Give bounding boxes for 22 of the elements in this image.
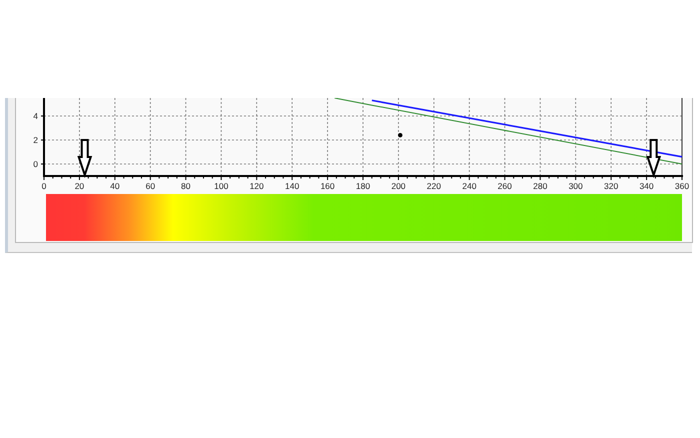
axis-tick-label: 320 <box>604 181 618 191</box>
axis-tick-label: 0 <box>33 159 38 169</box>
axis-tick-label: 100 <box>214 181 228 191</box>
axis-tick-label: 340 <box>639 181 654 191</box>
axis-tick-label: 120 <box>250 181 264 191</box>
axis-tick-label: 160 <box>320 181 335 191</box>
axis-tick-label: 0 <box>42 181 46 191</box>
axis-tick-label: 4 <box>33 111 38 121</box>
axis-tick-label: 280 <box>533 181 548 191</box>
axis-tick-label: 140 <box>285 181 300 191</box>
axis-tick-label: 220 <box>426 181 441 191</box>
axis-tick-label: 200 <box>391 181 406 191</box>
axis-tick-label: 20 <box>74 181 84 191</box>
axis-tick-label: 2 <box>33 135 38 145</box>
axis-tick-label: 60 <box>146 181 156 191</box>
axis-tick-label: 40 <box>110 181 120 191</box>
axis-tick-label: 80 <box>181 181 190 191</box>
axis-tick-label: 260 <box>498 181 512 191</box>
axis-tick-label: 180 <box>356 181 370 191</box>
axis-tick-label: 240 <box>462 181 476 191</box>
axis-tick-label: 360 <box>674 181 690 191</box>
axis-tick-label: 300 <box>568 181 583 191</box>
